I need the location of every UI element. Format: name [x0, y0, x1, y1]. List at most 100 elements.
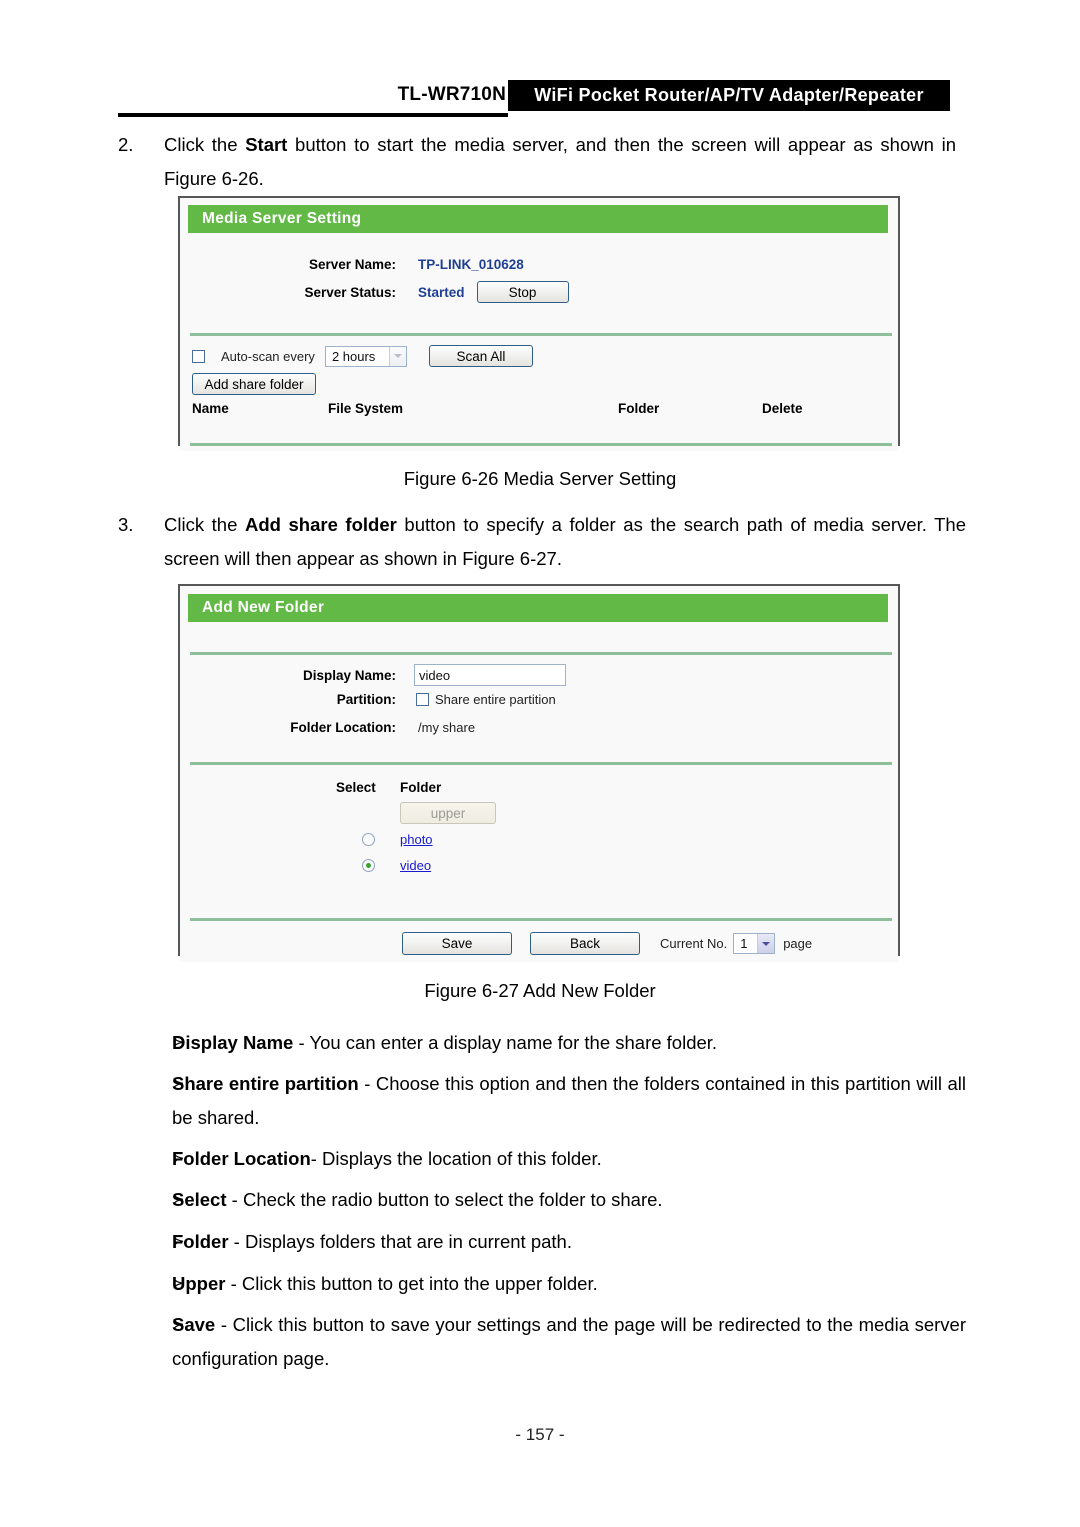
share-entire-partition-control[interactable]: Share entire partition [416, 692, 556, 707]
select-column-header: Select [336, 780, 376, 795]
bullet-marker-icon: ≻ [172, 1275, 185, 1292]
folder-location-label: Folder Location: [290, 720, 396, 735]
definition-display-name-desc: - You can enter a display name for the s… [293, 1032, 718, 1053]
media-server-panel: Media Server Setting Server Name: TP-LIN… [180, 205, 898, 451]
display-name-row: Display Name: video [180, 664, 898, 686]
folder-radio-photo[interactable] [361, 833, 375, 846]
server-name-value: TP-LINK_010628 [418, 257, 524, 272]
folder-link-photo[interactable]: photo [400, 832, 433, 847]
header-product-bar: WiFi Pocket Router/AP/TV Adapter/Repeate… [508, 80, 950, 111]
step-3-bold: Add share folder [244, 514, 397, 535]
step-2: 2. Click the Start button to start the m… [118, 128, 956, 196]
add-folder-action-row: Save Back Current No. 1 page [402, 932, 812, 955]
server-status-label: Server Status: [304, 284, 396, 300]
header-model-name: TL-WR710N [397, 84, 506, 105]
bullet-marker-icon: ≻ [172, 1075, 185, 1092]
server-name-label: Server Name: [308, 257, 396, 272]
add-new-folder-title: Add New Folder [188, 594, 888, 622]
table-header-file-system: File System [328, 401, 404, 416]
current-no-label: Current No. [660, 936, 728, 951]
autoscan-interval-value: 2 hours [331, 348, 376, 364]
definition-folder-desc: - Displays folders that are in current p… [228, 1231, 572, 1252]
bullet-marker-icon: ≻ [172, 1233, 185, 1250]
step-3: 3. Click the Add share folder button to … [118, 508, 966, 576]
display-name-input[interactable]: video [414, 664, 566, 686]
bullet-marker-icon: ≻ [172, 1150, 185, 1167]
chevron-down-icon[interactable] [757, 934, 775, 953]
definition-folder-location-desc: - Displays the location of this folder. [310, 1148, 602, 1169]
definition-save: ≻ Save - Click this button to save your … [86, 1308, 966, 1376]
server-status-row: Server Status: Started Stop [180, 281, 898, 303]
add-new-folder-panel: Add New Folder Display Name: video Parti… [180, 594, 898, 962]
server-status-value: Started [418, 284, 465, 300]
save-button[interactable]: Save [402, 932, 512, 955]
definition-select-text: Select - Check the radio button to selec… [172, 1183, 966, 1217]
folder-list-item-video[interactable]: video [336, 858, 431, 873]
step-3-number: 3. [118, 514, 134, 535]
add-share-folder-row: Add share folder [192, 373, 316, 395]
folder-list-item-photo[interactable]: photo [336, 832, 433, 847]
definition-folder-location: ≻ Folder Location- Displays the location… [86, 1142, 966, 1176]
share-entire-partition-checkbox[interactable] [416, 693, 429, 706]
media-server-separator-1 [190, 333, 892, 336]
header-rule [118, 113, 508, 117]
bullet-marker-icon: ≻ [172, 1191, 185, 1208]
step-2-pre: Click the [164, 134, 246, 155]
definition-save-desc: - Click this button to save your setting… [172, 1314, 966, 1369]
chevron-down-icon[interactable] [388, 346, 406, 366]
definition-folder-location-text: Folder Location- Displays the location o… [172, 1142, 966, 1176]
folder-radio-video[interactable] [361, 859, 375, 872]
bullet-marker-icon: ≻ [172, 1034, 185, 1051]
media-server-title: Media Server Setting [188, 205, 888, 233]
server-name-row: Server Name: TP-LINK_010628 [180, 257, 898, 272]
definition-share-entire-partition-text: Share entire partition - Choose this opt… [172, 1067, 966, 1135]
definition-select-desc: - Check the radio button to select the f… [226, 1189, 663, 1210]
figure-media-server-setting: Media Server Setting Server Name: TP-LIN… [178, 196, 900, 451]
autoscan-row: Auto-scan every 2 hours Scan All [192, 345, 533, 367]
footer-page-number: - 157 - [515, 1425, 565, 1444]
folder-location-row: Folder Location: /my share [180, 720, 898, 735]
table-header-name: Name [192, 401, 229, 416]
add-folder-separator-3 [190, 918, 892, 921]
definition-upper: ≻ Upper - Click this button to get into … [86, 1267, 966, 1301]
step-3-text: Click the Add share folder button to spe… [164, 508, 966, 576]
figure-add-new-folder: Add New Folder Display Name: video Parti… [178, 584, 900, 962]
back-button[interactable]: Back [530, 932, 640, 955]
add-share-folder-button[interactable]: Add share folder [192, 373, 316, 395]
folder-browser-headers: Select Folder [336, 780, 520, 795]
share-entire-partition-label: Share entire partition [435, 692, 556, 707]
upper-button[interactable]: upper [400, 802, 496, 824]
table-header-delete: Delete [762, 401, 803, 416]
stop-button[interactable]: Stop [476, 281, 569, 303]
definition-share-entire-partition-term: Share entire partition [172, 1073, 359, 1094]
definition-display-name-text: Display Name - You can enter a display n… [172, 1026, 966, 1060]
definition-save-text: Save - Click this button to save your se… [172, 1308, 966, 1376]
partition-row: Partition: Share entire partition [180, 692, 898, 707]
definition-upper-text: Upper - Click this button to get into th… [172, 1267, 966, 1301]
definition-folder: ≻ Folder - Displays folders that are in … [86, 1225, 966, 1259]
definition-share-entire-partition: ≻ Share entire partition - Choose this o… [86, 1067, 966, 1135]
display-name-label: Display Name: [302, 667, 396, 683]
definition-upper-desc: - Click this button to get into the uppe… [225, 1273, 598, 1294]
add-folder-separator-1 [190, 652, 892, 655]
definition-display-name: ≻ Display Name - You can enter a display… [86, 1026, 966, 1060]
step-3-pre: Click the [164, 514, 245, 535]
page-number-value: 1 [740, 936, 748, 951]
autoscan-label: Auto-scan every [221, 348, 315, 364]
table-header-folder: Folder [618, 401, 660, 416]
add-folder-separator-2 [190, 762, 892, 765]
page-number-select[interactable]: 1 [733, 933, 776, 954]
autoscan-checkbox[interactable] [192, 349, 205, 363]
scan-all-button[interactable]: Scan All [428, 345, 533, 367]
caption-figure-6-26: Figure 6-26 Media Server Setting [403, 468, 677, 489]
step-2-text: Click the Start button to start the medi… [164, 128, 956, 196]
share-folder-table: Name File System Folder Delete [192, 401, 882, 416]
step-2-number: 2. [118, 134, 134, 155]
folder-link-video[interactable]: video [400, 858, 431, 873]
autoscan-interval-select[interactable]: 2 hours [324, 345, 407, 367]
definition-folder-text: Folder - Displays folders that are in cu… [172, 1225, 966, 1259]
page-header: TL-WR710N WiFi Pocket Router/AP/TV Adapt… [118, 80, 950, 117]
folder-location-value: /my share [418, 720, 476, 735]
definition-select: ≻ Select - Check the radio button to sel… [86, 1183, 966, 1217]
partition-label: Partition: [336, 692, 396, 707]
